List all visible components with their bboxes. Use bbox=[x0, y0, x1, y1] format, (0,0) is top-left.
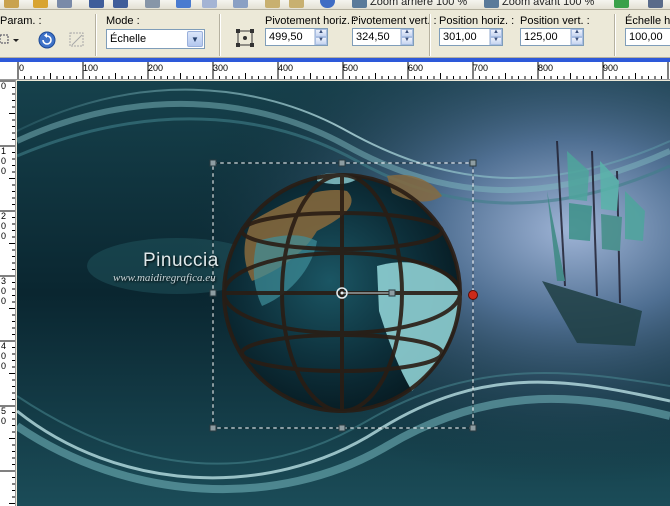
horizontal-ruler: 0 100 200 300 400 500 600 700 800 900 bbox=[0, 62, 670, 80]
watermark-site: www.maidiregrafica.eu bbox=[113, 272, 216, 284]
ruler-label: 2 0 0 bbox=[1, 211, 7, 241]
main-toolbar: Zoom arrière 100 % Zoom avant 100 % bbox=[0, 0, 670, 10]
mode-label: Mode : bbox=[106, 15, 140, 27]
presets-icon bbox=[0, 34, 19, 44]
ruler-label: 800 bbox=[538, 63, 554, 73]
position-v-value: 125,00 bbox=[524, 31, 558, 43]
resize-handle-tr[interactable] bbox=[469, 159, 477, 167]
ruler-label: 4 0 0 bbox=[1, 341, 7, 371]
ruler-label: 1 0 0 bbox=[1, 146, 7, 176]
resize-handle-l[interactable] bbox=[209, 289, 217, 297]
rotate-handle[interactable] bbox=[468, 290, 478, 300]
undo-icon[interactable] bbox=[176, 0, 191, 8]
ruler-label: 900 bbox=[603, 63, 619, 73]
rotation-h-spinner[interactable]: ▲ ▼ bbox=[314, 29, 327, 45]
reset-icon bbox=[38, 31, 56, 49]
new-file-icon[interactable] bbox=[4, 0, 19, 8]
position-h-label: Position horiz. : bbox=[439, 15, 515, 27]
rotation-v-input[interactable]: 324,50 ▲ ▼ bbox=[352, 28, 414, 46]
ruler-label: 400 bbox=[278, 63, 294, 73]
separator bbox=[219, 14, 221, 56]
chevron-down-icon[interactable]: ▼ bbox=[187, 31, 203, 47]
position-h-spinner[interactable]: ▲ ▼ bbox=[489, 29, 502, 45]
mode-select[interactable]: Échelle ▼ bbox=[106, 29, 205, 49]
watermark-name: Pinuccia bbox=[143, 250, 219, 271]
zoom-out-button[interactable]: Zoom arrière 100 % bbox=[370, 0, 467, 8]
ruler-label: 100 bbox=[83, 63, 99, 73]
zoom-in-icon[interactable] bbox=[484, 0, 499, 8]
image-canvas[interactable]: Pinuccia www.maidiregrafica.eu bbox=[17, 81, 670, 506]
scale-h-label: Échelle horiz. bbox=[625, 15, 670, 27]
ruler-label: 500 bbox=[343, 63, 359, 73]
center-pivot-button[interactable] bbox=[236, 29, 254, 47]
ruler-label: 0 bbox=[1, 81, 7, 91]
horizontal-ruler-ticks bbox=[17, 62, 669, 79]
zoom-out-icon[interactable] bbox=[352, 0, 367, 8]
transform-disabled-button[interactable] bbox=[67, 30, 87, 50]
resize-handle-tl[interactable] bbox=[209, 159, 217, 167]
resize-handle-bl[interactable] bbox=[209, 424, 217, 432]
save-as-icon[interactable] bbox=[113, 0, 128, 8]
paint-shop-pro-window: Zoom arrière 100 % Zoom avant 100 % Para… bbox=[0, 0, 670, 506]
window-icon[interactable] bbox=[648, 0, 663, 8]
separator bbox=[95, 14, 97, 56]
print-icon[interactable] bbox=[145, 0, 160, 8]
ruler-label: 3 0 0 bbox=[1, 276, 7, 306]
resize-handle-br[interactable] bbox=[469, 424, 477, 432]
canvas-artwork bbox=[17, 81, 670, 506]
ruler-label: 300 bbox=[213, 63, 229, 73]
paste-new-icon[interactable] bbox=[289, 0, 304, 8]
scale-h-value: 100,00 bbox=[629, 31, 663, 43]
position-v-spinner[interactable]: ▲ ▼ bbox=[570, 29, 583, 45]
info-icon[interactable] bbox=[320, 0, 335, 8]
position-h-input[interactable]: 301,00 ▲ ▼ bbox=[439, 28, 503, 46]
reset-button[interactable] bbox=[37, 30, 57, 50]
copy-icon[interactable] bbox=[233, 0, 248, 8]
ruler-label: 600 bbox=[408, 63, 424, 73]
scan-icon[interactable] bbox=[57, 0, 72, 8]
resize-handle-t[interactable] bbox=[338, 159, 346, 167]
rotation-v-value: 324,50 bbox=[356, 31, 390, 43]
position-v-input[interactable]: 125,00 ▲ ▼ bbox=[520, 28, 584, 46]
save-icon[interactable] bbox=[89, 0, 104, 8]
separator bbox=[614, 14, 616, 56]
ruler-label: 700 bbox=[473, 63, 489, 73]
separator bbox=[429, 14, 431, 56]
params-label: Param. : bbox=[0, 15, 42, 27]
redo-icon[interactable] bbox=[202, 0, 217, 8]
presets-dropdown[interactable] bbox=[0, 32, 20, 48]
paste-icon[interactable] bbox=[265, 0, 280, 8]
rotation-h-input[interactable]: 499,50 ▲ ▼ bbox=[265, 28, 328, 46]
rotation-arm-handle[interactable] bbox=[388, 289, 396, 297]
rotation-h-label: Pivotement horiz. : bbox=[265, 15, 357, 27]
resize-handle-b[interactable] bbox=[338, 424, 346, 432]
ruler-label: 5 0 bbox=[1, 406, 7, 426]
position-h-value: 301,00 bbox=[443, 31, 477, 43]
tool-options-bar: Param. : Mode : Échelle ▼ Pivotement hor… bbox=[0, 10, 670, 58]
green-icon[interactable] bbox=[614, 0, 629, 8]
transform-icon bbox=[69, 32, 84, 47]
rotation-h-value: 499,50 bbox=[269, 31, 303, 43]
scale-h-input[interactable]: 100,00 bbox=[625, 28, 670, 46]
zoom-in-button[interactable]: Zoom avant 100 % bbox=[502, 0, 594, 8]
watermark: Pinuccia www.maidiregrafica.eu bbox=[113, 250, 219, 284]
position-v-label: Position vert. : bbox=[520, 15, 590, 27]
rotation-v-label: Pivotement vert. : bbox=[351, 15, 437, 27]
pivot-icon bbox=[236, 29, 254, 47]
mode-value: Échelle bbox=[110, 33, 147, 45]
open-folder-icon[interactable] bbox=[33, 0, 48, 8]
rotation-v-spinner[interactable]: ▲ ▼ bbox=[400, 29, 413, 45]
ruler-label: 200 bbox=[148, 63, 164, 73]
ruler-label: 0 bbox=[19, 63, 25, 73]
vertical-ruler: 0 1 0 0 2 0 0 3 0 0 4 0 0 5 0 bbox=[0, 80, 16, 506]
